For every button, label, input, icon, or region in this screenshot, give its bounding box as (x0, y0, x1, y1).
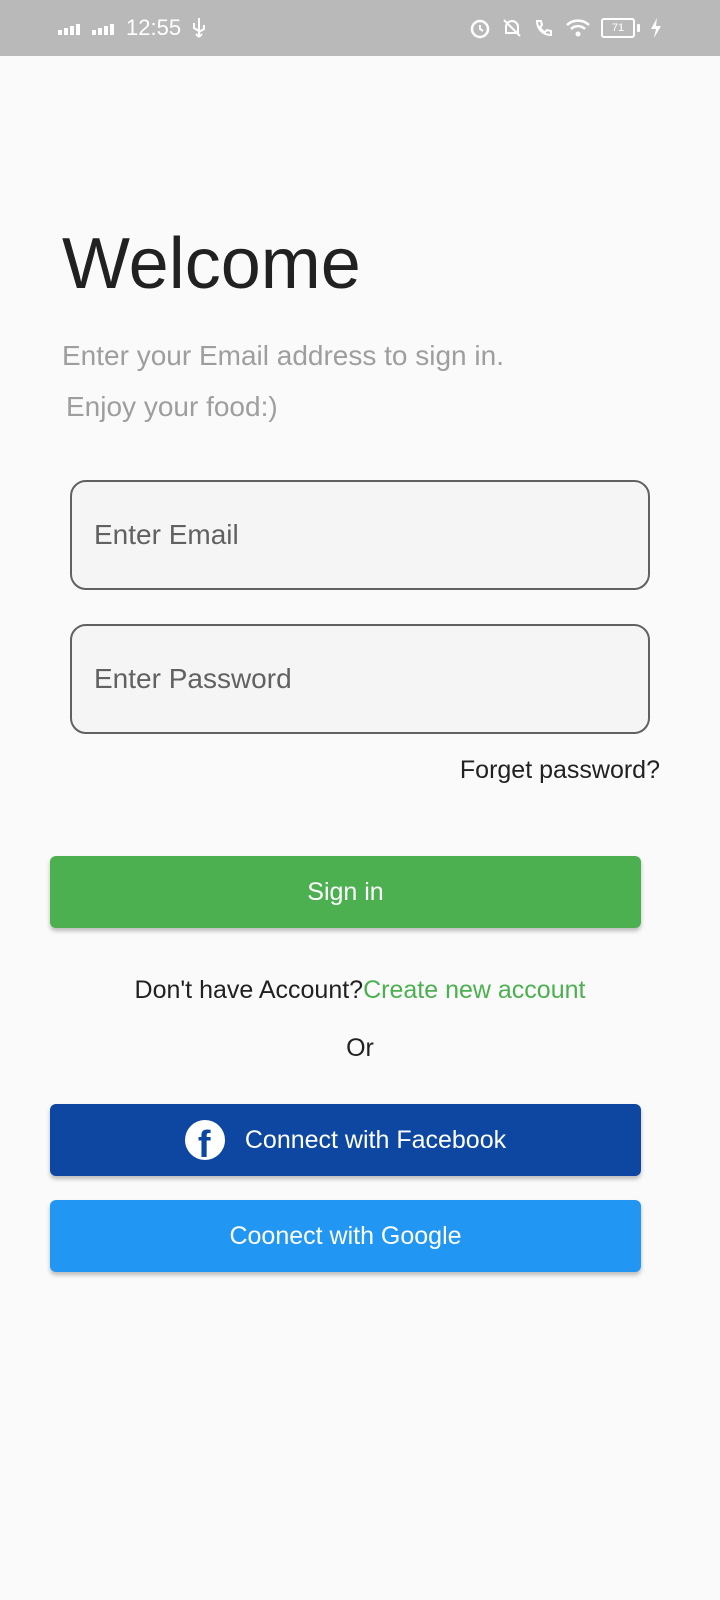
battery-tip (637, 24, 640, 32)
battery-icon: 71 (601, 18, 640, 38)
signal-icon-2 (92, 24, 114, 35)
wifi-icon (566, 19, 590, 37)
status-bar-right: 71 (469, 17, 662, 39)
usb-icon (193, 18, 206, 38)
facebook-icon: f (184, 1120, 225, 1160)
sign-in-label: Sign in (307, 877, 384, 906)
create-account-row: Don't have Account?Create new account (0, 976, 720, 1005)
page-title: Welcome (62, 224, 361, 304)
status-time: 12:55 (126, 15, 182, 40)
status-bar: 12:55 71 (0, 0, 720, 56)
mute-notification-icon (503, 19, 521, 37)
wifi-call-icon (535, 20, 552, 37)
email-field[interactable] (70, 480, 650, 590)
charging-icon (651, 18, 661, 38)
or-divider: Or (346, 1034, 374, 1062)
sign-in-button[interactable]: Sign in (50, 856, 641, 928)
google-label: Coonect with Google (229, 1221, 462, 1250)
create-account-link[interactable]: Create new account (363, 976, 585, 1004)
subtitle-line-2: Enjoy your food:) (66, 391, 278, 422)
alarm-icon (470, 19, 490, 39)
battery-level: 71 (601, 18, 635, 38)
google-connect-button[interactable]: Coonect with Google (50, 1200, 641, 1272)
signal-icon (58, 24, 80, 35)
password-field[interactable] (70, 624, 650, 734)
subtitle-line-1: Enter your Email address to sign in. (62, 340, 504, 371)
status-bar-left: 12:55 (58, 15, 207, 41)
no-account-text: Don't have Account? (134, 976, 364, 1004)
forget-password-link[interactable]: Forget password? (460, 756, 660, 785)
facebook-connect-button[interactable]: f Connect with Facebook (50, 1104, 641, 1176)
facebook-label: Connect with Facebook (244, 1125, 507, 1154)
